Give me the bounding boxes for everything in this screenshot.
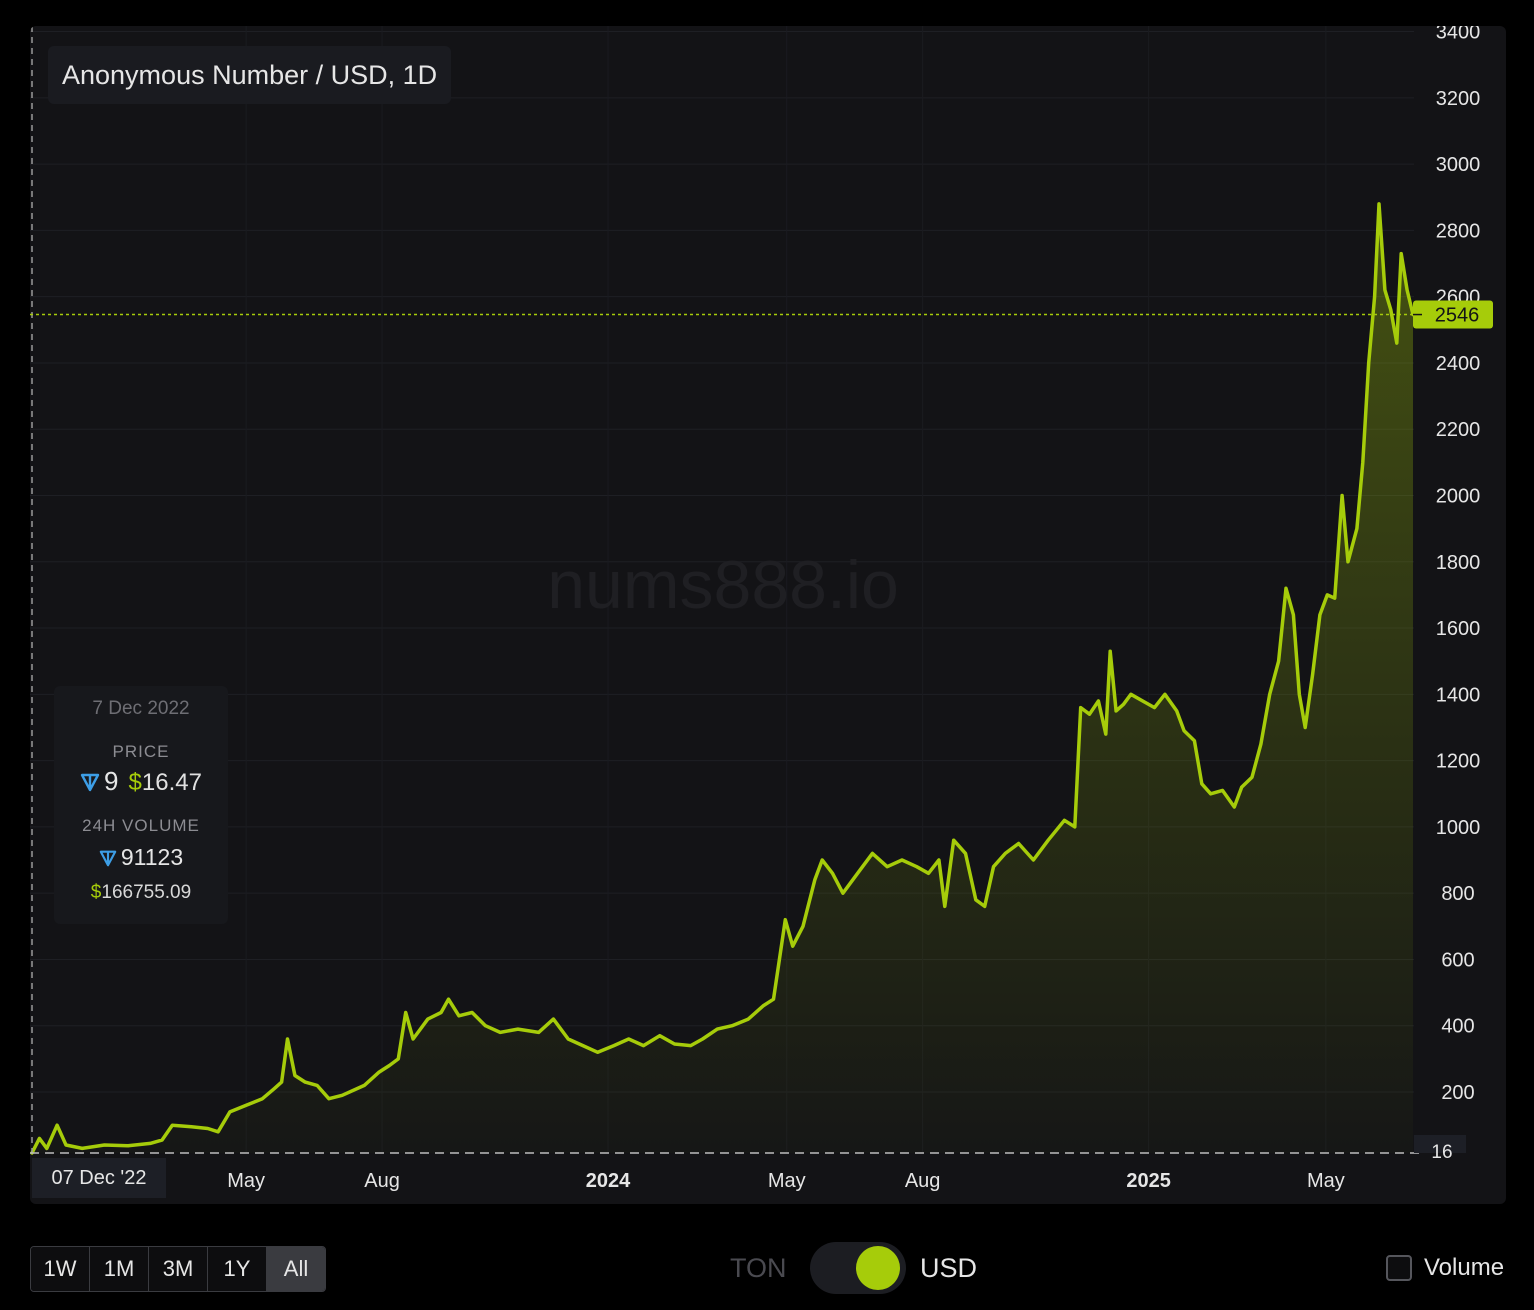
x-tick-label: May	[768, 1170, 806, 1192]
y-tick-label: 2400	[1436, 353, 1481, 375]
info-volume-usd-row: $166755.09	[54, 882, 228, 904]
y-tick-label: 1000	[1436, 817, 1481, 839]
range-button-all[interactable]: All	[267, 1247, 325, 1291]
x-tick-label: 2025	[1126, 1170, 1171, 1192]
y-tick-label: 800	[1441, 883, 1474, 905]
info-price-usd-symbol: $	[128, 769, 142, 796]
range-button-1y[interactable]: 1Y	[208, 1247, 267, 1291]
info-volume-ton: 91123	[120, 844, 184, 870]
toggle-label-usd[interactable]: USD	[920, 1253, 977, 1284]
price-area-fill	[32, 203, 1413, 1153]
currency-toggle: TON USD	[730, 1240, 977, 1296]
x-tick-label: 2024	[586, 1170, 631, 1192]
info-volume-label: 24H VOLUME	[82, 816, 200, 835]
watermark: nums888.io	[547, 547, 899, 623]
ton-icon	[80, 773, 100, 792]
toggle-label-ton[interactable]: TON	[730, 1253, 800, 1284]
ton-icon	[99, 850, 117, 867]
x-tick-label: May	[227, 1170, 265, 1192]
x-tick-label: Aug	[364, 1170, 400, 1192]
volume-checkbox[interactable]	[1386, 1255, 1412, 1281]
y-tick-label: 1800	[1436, 552, 1481, 574]
y-tick-label: 600	[1441, 949, 1474, 971]
crosshair-info-box: 7 Dec 2022 PRICE 9 $16.47 24H VOLUME 9112…	[54, 686, 228, 924]
currency-switch-knob	[856, 1246, 900, 1290]
x-tick-label: May	[1307, 1170, 1345, 1192]
y-tick-label: 2200	[1436, 419, 1481, 441]
y-tick-label: 1400	[1436, 684, 1481, 706]
y-tick-label: 3400	[1436, 26, 1481, 44]
y-tick-label: 200	[1441, 1082, 1474, 1104]
info-price-ton: 9	[104, 766, 119, 796]
y-tick-label: 2000	[1436, 486, 1481, 508]
range-button-1m[interactable]: 1M	[90, 1247, 149, 1291]
y-tick-label: 2800	[1436, 220, 1481, 242]
info-date: 7 Dec 2022	[92, 698, 190, 719]
crosshair-date-label: 07 Dec '22	[32, 1158, 166, 1198]
info-price-label: PRICE	[112, 742, 170, 761]
x-tick-label: Aug	[905, 1170, 941, 1192]
crosshair-value-label: 16	[1431, 1142, 1452, 1163]
chart-title: Anonymous Number / USD, 1D	[48, 46, 452, 104]
time-range-selector: 1W 1M 3M 1Y All	[30, 1246, 326, 1292]
y-tick-label: 3200	[1436, 88, 1481, 110]
info-volume: 91123	[54, 844, 228, 871]
info-volume-usd-symbol: $	[90, 882, 102, 903]
volume-label[interactable]: Volume	[1424, 1254, 1504, 1282]
info-price-usd: 16.47	[141, 769, 202, 796]
info-price: 9 $16.47	[54, 766, 228, 797]
y-tick-label: 400	[1441, 1016, 1474, 1038]
info-volume-usd: 166755.09	[101, 882, 192, 903]
last-price-label: 2546	[1435, 305, 1480, 327]
y-tick-label: 1600	[1436, 618, 1481, 640]
y-tick-label: 1200	[1436, 751, 1481, 773]
volume-toggle: Volume	[1386, 1252, 1504, 1284]
currency-switch[interactable]	[810, 1242, 906, 1294]
y-tick-label: 3000	[1436, 154, 1481, 176]
range-button-1w[interactable]: 1W	[31, 1247, 90, 1291]
chart-panel: 200 400 600 800 1000 1200 1400 1600 1800 2000 2200…	[30, 26, 1506, 1204]
range-button-3m[interactable]: 3M	[149, 1247, 208, 1291]
